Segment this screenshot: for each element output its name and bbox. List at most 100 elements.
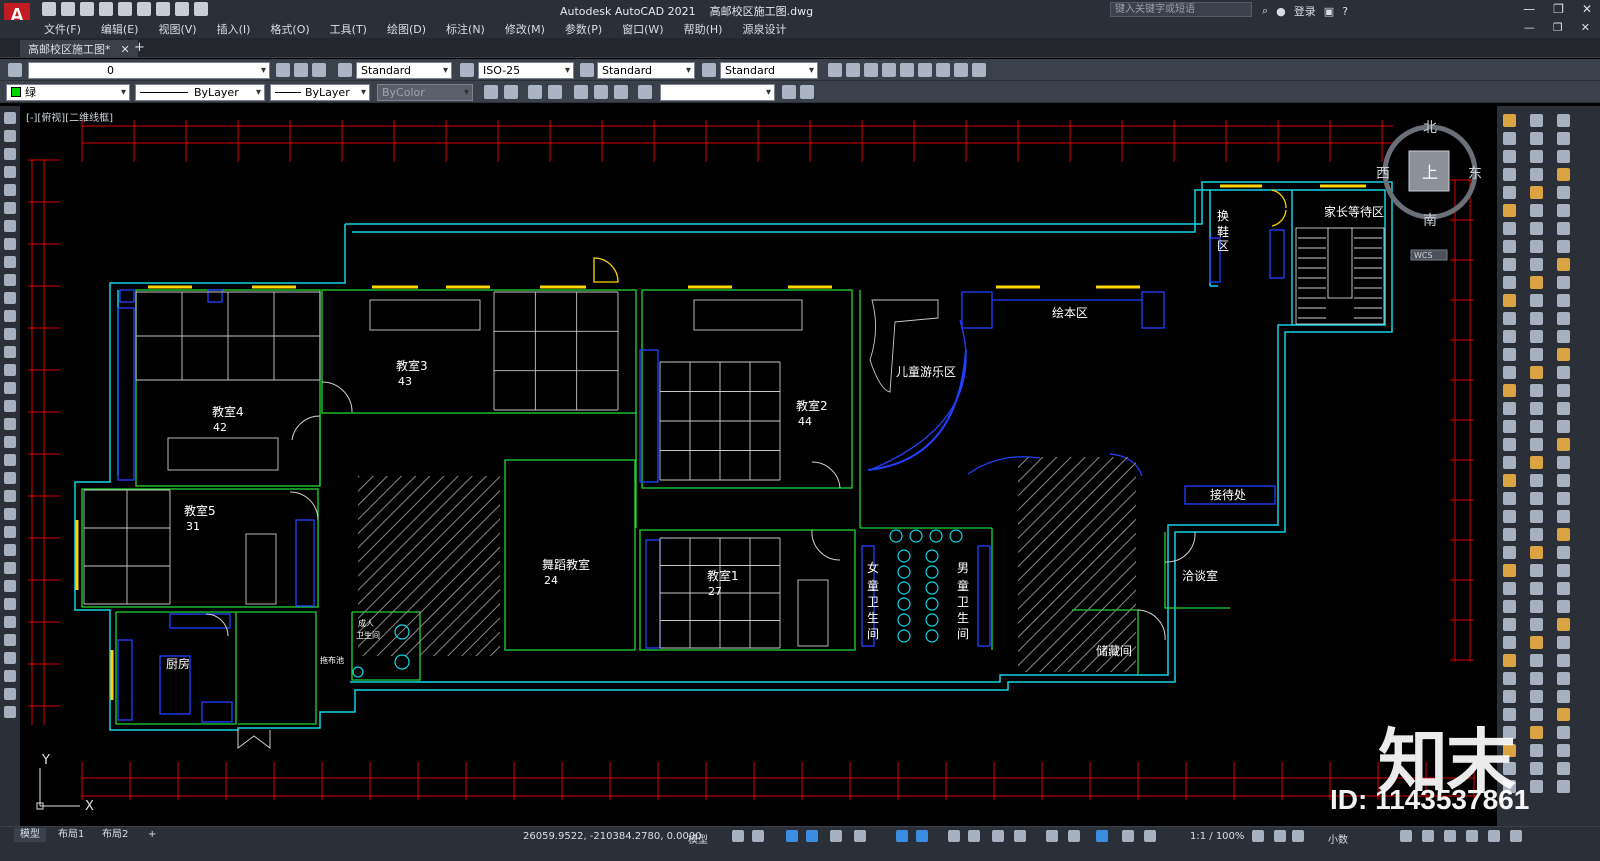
ellipse-arc-icon[interactable] — [4, 292, 16, 304]
autoscale-icon[interactable] — [1122, 830, 1134, 842]
mtext-icon[interactable] — [4, 436, 16, 448]
menu-window[interactable]: 窗口(W) — [622, 21, 663, 37]
menu-draw[interactable]: 绘图(D) — [387, 21, 426, 37]
attribute-icon[interactable] — [614, 85, 628, 99]
mirror-icon[interactable] — [4, 508, 16, 520]
workspace-gear-icon[interactable] — [1252, 830, 1264, 842]
layer-prev-icon[interactable] — [294, 63, 308, 77]
properties-icon[interactable] — [638, 85, 652, 99]
add-selected-icon[interactable] — [4, 454, 16, 466]
viewport-label[interactable]: [-][俯视][二维线框] — [26, 109, 113, 124]
login-area[interactable]: ⌕ ● 登录 ▣? — [1262, 3, 1348, 19]
viewcube-west[interactable]: 西 — [1376, 166, 1390, 182]
region-icon[interactable] — [4, 400, 16, 412]
plotstyle-select[interactable]: ByColor — [377, 84, 473, 101]
text-justify-icon[interactable] — [936, 63, 950, 77]
annotation-visibility-icon[interactable] — [1096, 830, 1108, 842]
viewcube-east[interactable]: 东 — [1468, 166, 1482, 182]
user-icon[interactable]: ● — [1276, 5, 1286, 18]
transparency-icon[interactable] — [948, 830, 960, 842]
group-icon[interactable] — [528, 85, 542, 99]
new-tab-icon[interactable]: + — [134, 40, 145, 55]
viewcube-top[interactable]: 上 — [1422, 163, 1438, 182]
menu-format[interactable]: 格式(O) — [270, 21, 309, 37]
undo-icon[interactable] — [175, 2, 189, 16]
trim-icon[interactable] — [4, 616, 16, 628]
linetype-select[interactable]: ByLayer — [135, 84, 265, 101]
insert-block-icon[interactable] — [4, 310, 16, 322]
arc-icon[interactable] — [4, 202, 16, 214]
ungroup-icon[interactable] — [548, 85, 562, 99]
drawing-canvas[interactable]: 换 鞋 区 家长等待区 绘本区 儿童游乐区 教室3 43 教室4 42 教室2 … — [22, 106, 1495, 824]
erase-icon[interactable] — [4, 472, 16, 484]
make-block-icon[interactable] — [4, 328, 16, 340]
doc-minimize-icon[interactable]: — — [1524, 21, 1535, 34]
table-draw-icon[interactable] — [4, 418, 16, 430]
text-style-select[interactable]: Standard — [356, 62, 452, 79]
text-edit-icon[interactable] — [864, 63, 878, 77]
annotation-scale-icon[interactable] — [1144, 830, 1156, 842]
menu-help[interactable]: 帮助(H) — [684, 21, 723, 37]
rectangle-icon[interactable] — [4, 184, 16, 196]
osnap-icon[interactable] — [896, 830, 908, 842]
layer-state-icon[interactable] — [276, 63, 290, 77]
table-style-select[interactable]: Standard — [597, 62, 695, 79]
open-icon[interactable] — [61, 2, 75, 16]
mleader-style-icon[interactable] — [702, 63, 716, 77]
selection-cycle-icon[interactable] — [968, 830, 980, 842]
spell-check-icon[interactable] — [900, 63, 914, 77]
selection-filter-icon[interactable] — [1046, 830, 1058, 842]
search-icon[interactable]: ⌕ — [1262, 4, 1268, 18]
dim-style-select[interactable]: ISO-25 — [478, 62, 574, 79]
annotation-scale-readout[interactable]: 1:1 / 100% — [1190, 831, 1244, 842]
viewport-icon[interactable] — [782, 85, 796, 99]
line-icon[interactable] — [4, 112, 16, 124]
offset-icon[interactable] — [4, 526, 16, 538]
customize-icon[interactable] — [1510, 830, 1522, 842]
annotation-monitor-icon[interactable] — [1274, 830, 1286, 842]
menu-file[interactable]: 文件(F) — [44, 21, 81, 37]
lineweight-select[interactable]: ByLayer — [270, 84, 370, 101]
text-scale-icon[interactable] — [918, 63, 932, 77]
cart-icon[interactable]: ▣ — [1324, 5, 1334, 18]
document-tab-label[interactable]: 高邮校区施工图* — [28, 41, 111, 57]
coordinates-readout[interactable]: 26059.9522, -210384.2780, 0.0000 — [523, 831, 702, 842]
wcs-menu[interactable]: WCS — [1414, 251, 1433, 260]
close-icon[interactable]: ✕ — [1582, 2, 1592, 16]
table-icon[interactable] — [972, 63, 986, 77]
hardware-accel-icon[interactable] — [1466, 830, 1478, 842]
break-icon[interactable] — [4, 652, 16, 664]
isolate-icon[interactable] — [1444, 830, 1456, 842]
dynucs-icon[interactable] — [1014, 830, 1026, 842]
construction-line-icon[interactable] — [4, 148, 16, 160]
polar-icon[interactable] — [806, 830, 818, 842]
scale-icon[interactable] — [4, 580, 16, 592]
model-space-button[interactable]: 模型 — [688, 831, 708, 846]
print-icon[interactable] — [156, 2, 170, 16]
viewcube[interactable] — [1382, 124, 1478, 261]
tab-model[interactable]: 模型 — [14, 828, 46, 842]
add-icon[interactable] — [1292, 830, 1304, 842]
dim-style-icon[interactable] — [460, 63, 474, 77]
rotate-icon[interactable] — [4, 562, 16, 574]
3dosnap-icon[interactable] — [992, 830, 1004, 842]
minimize-icon[interactable]: — — [1523, 2, 1535, 16]
ortho-icon[interactable] — [786, 830, 798, 842]
menu-dimension[interactable]: 标注(N) — [446, 21, 485, 37]
menu-insert[interactable]: 插入(I) — [217, 21, 251, 37]
tab-layout1[interactable]: 布局1 — [52, 828, 90, 842]
copy-icon[interactable] — [4, 490, 16, 502]
floor-plan[interactable]: 换 鞋 区 家长等待区 绘本区 儿童游乐区 教室3 43 教室4 42 教室2 … — [22, 106, 1495, 824]
menu-yuanquan[interactable]: 源泉设计 — [742, 21, 786, 37]
doc-close-icon[interactable]: ✕ — [1581, 21, 1590, 34]
quick-input[interactable] — [660, 84, 775, 101]
color-select[interactable]: 绿 — [6, 84, 130, 101]
gradient-icon[interactable] — [4, 382, 16, 394]
text-style-icon[interactable] — [338, 63, 352, 77]
quick-properties-icon[interactable] — [1400, 830, 1412, 842]
login-label[interactable]: 登录 — [1294, 3, 1316, 19]
menu-view[interactable]: 视图(V) — [158, 21, 196, 37]
gizmo-icon[interactable] — [1068, 830, 1080, 842]
save-icon[interactable] — [80, 2, 94, 16]
doc-restore-icon[interactable]: ❐ — [1553, 21, 1563, 34]
